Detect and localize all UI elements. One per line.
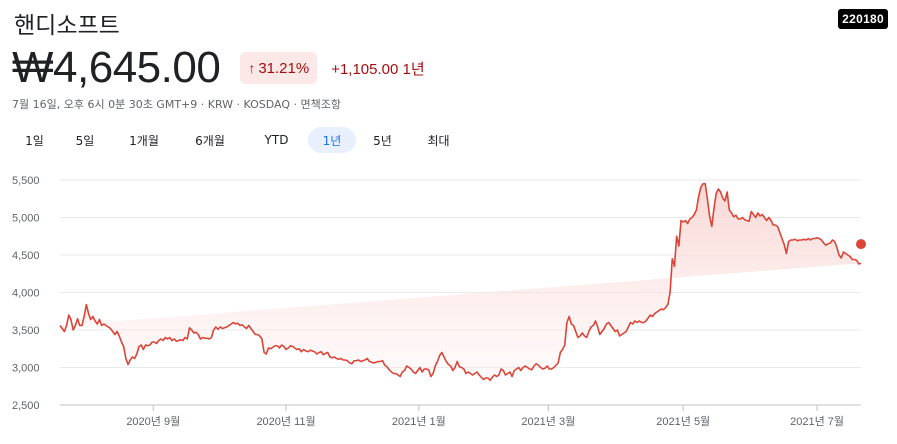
change-percent: 31.21%	[258, 59, 310, 77]
stock-name: 핸디소프트	[14, 13, 120, 39]
range-tab-1y[interactable]: 1년	[308, 127, 356, 153]
price-chart[interactable]: 2,500 3,000 3,500 4,000 4,500 5,000 5,500 2020…	[0, 165, 897, 444]
range-tab-1m[interactable]: 1개월	[113, 127, 175, 153]
x-tick-label: 2021년 3월	[521, 415, 575, 428]
y-tick-label: 3,000	[12, 363, 40, 375]
y-tick-label: 4,500	[12, 250, 40, 262]
current-price-dot	[856, 239, 866, 250]
range-tab-ytd[interactable]: YTD	[245, 127, 308, 153]
x-tick-label: 2021년 5월	[656, 415, 710, 428]
range-tab-5d[interactable]: 5일	[57, 127, 113, 153]
arrow-up-icon: ↑	[248, 60, 256, 76]
y-tick-label: 5,000	[12, 213, 40, 225]
range-tab-5y[interactable]: 5년	[356, 127, 409, 153]
current-price: ₩4,645.00	[12, 43, 221, 92]
y-tick-label: 5,500	[12, 175, 40, 187]
x-tick-label: 2021년 7월	[790, 415, 844, 428]
y-tick-label: 4,000	[12, 288, 40, 300]
x-tick-label: 2020년 9월	[126, 415, 180, 428]
change-percent-badge: ↑ 31.21%	[240, 52, 318, 84]
quote-meta: 7월 16일, 오후 6시 0분 30초 GMT+9 · KRW · KOSDA…	[12, 98, 342, 111]
x-tick-label: 2021년 1월	[392, 415, 446, 428]
ticker-badge: 220180	[838, 9, 888, 29]
y-tick-label: 3,500	[12, 325, 40, 337]
x-tick-label: 2020년 11월	[256, 415, 315, 428]
price-row: ₩4,645.00 ↑ 31.21% +1,105.00 1년	[12, 43, 425, 92]
range-tab-max[interactable]: 최대	[409, 127, 468, 153]
change-absolute: +1,105.00 1년	[331, 60, 425, 78]
range-tabs: 1일 5일 1개월 6개월 YTD 1년 5년 최대	[12, 127, 468, 153]
y-tick-label: 2,500	[12, 400, 40, 412]
range-tab-6m[interactable]: 6개월	[175, 127, 245, 153]
price-area	[60, 183, 861, 381]
range-tab-1d[interactable]: 1일	[12, 127, 57, 153]
